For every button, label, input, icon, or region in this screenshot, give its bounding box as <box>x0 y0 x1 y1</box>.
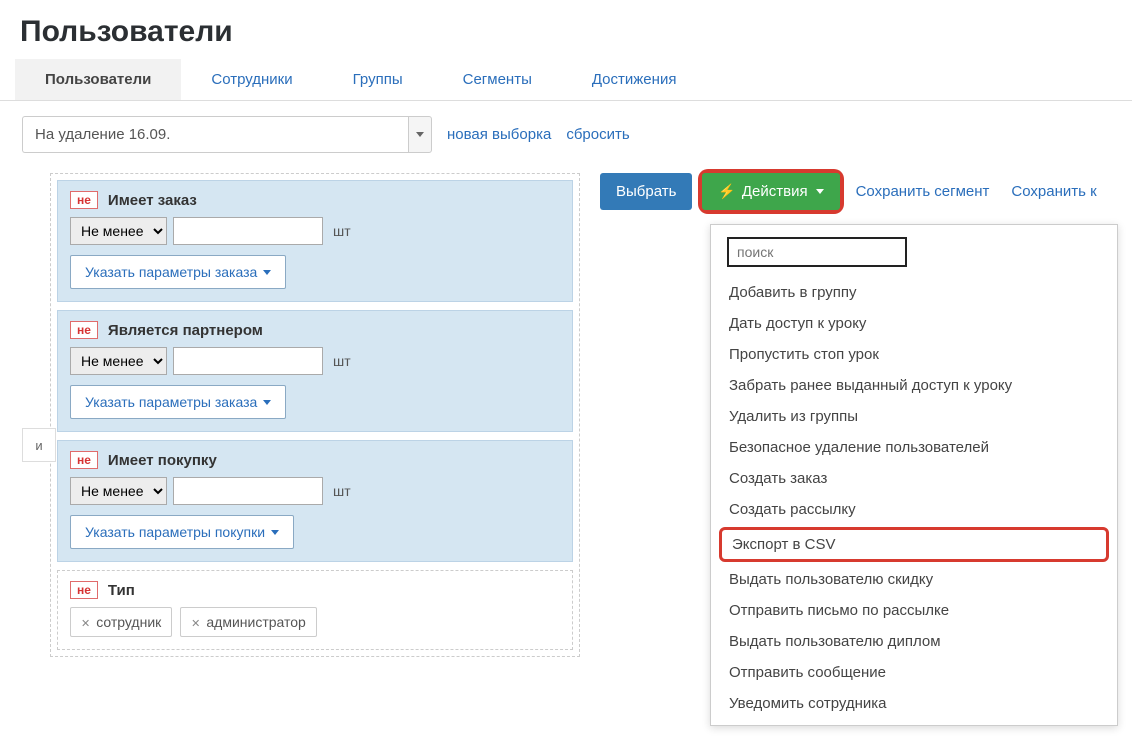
page-title: Пользователи <box>0 0 1132 59</box>
dropdown-item[interactable]: Пропустить стоп урок <box>711 339 1117 370</box>
highlight-actions: ⚡ Действия <box>702 173 839 210</box>
comparator-select[interactable]: Не менее <box>70 217 167 245</box>
dropdown-item[interactable]: Отправить письмо по рассылке <box>711 595 1117 626</box>
tab-segments[interactable]: Сегменты <box>433 59 562 100</box>
quantity-input[interactable] <box>173 217 323 245</box>
select-button[interactable]: Выбрать <box>600 173 692 210</box>
dropdown-search-input[interactable] <box>727 237 907 267</box>
type-tag-employee[interactable]: сотрудник <box>70 607 172 637</box>
filter-card-has-purchase: не Имеет покупку Не менее шт Указать пар… <box>57 440 573 562</box>
close-icon[interactable] <box>191 615 200 630</box>
unit-label: шт <box>333 483 351 499</box>
chevron-down-icon <box>263 270 271 275</box>
dropdown-item[interactable]: Экспорт в CSV <box>719 527 1109 562</box>
chevron-down-icon <box>816 189 824 194</box>
negation-badge[interactable]: не <box>70 321 98 339</box>
type-tag-admin[interactable]: администратор <box>180 607 317 637</box>
filter-title: Имеет покупку <box>108 452 217 469</box>
order-params-button[interactable]: Указать параметры заказа <box>70 385 286 419</box>
dropdown-item[interactable]: Добавить в группу <box>711 277 1117 308</box>
actions-column: Выбрать ⚡ Действия Сохранить сегмент Сох… <box>600 173 1110 726</box>
tab-groups[interactable]: Группы <box>323 59 433 100</box>
order-params-button[interactable]: Указать параметры заказа <box>70 255 286 289</box>
save-as-link[interactable]: Сохранить к <box>1005 175 1102 208</box>
chevron-down-icon <box>263 400 271 405</box>
actions-dropdown-button[interactable]: ⚡ Действия <box>702 173 839 210</box>
tabs-bar: Пользователи Сотрудники Группы Сегменты … <box>0 59 1132 101</box>
dropdown-item[interactable]: Безопасное удаление пользователей <box>711 432 1117 463</box>
save-segment-link[interactable]: Сохранить сегмент <box>850 175 996 208</box>
purchase-params-button[interactable]: Указать параметры покупки <box>70 515 294 549</box>
reset-link[interactable]: сбросить <box>566 126 629 143</box>
comparator-select[interactable]: Не менее <box>70 477 167 505</box>
comparator-select[interactable]: Не менее <box>70 347 167 375</box>
main-area: и не Имеет заказ Не менее шт Указать пар… <box>0 163 1132 736</box>
dropdown-item[interactable]: Выдать пользователю диплом <box>711 626 1117 657</box>
filter-card-is-partner: не Является партнером Не менее шт Указат… <box>57 310 573 432</box>
new-selection-link[interactable]: новая выборка <box>447 126 551 143</box>
filter-card-has-order: не Имеет заказ Не менее шт Указать парам… <box>57 180 573 302</box>
dropdown-item[interactable]: Создать заказ <box>711 463 1117 494</box>
close-icon[interactable] <box>81 615 90 630</box>
unit-label: шт <box>333 223 351 239</box>
quantity-input[interactable] <box>173 477 323 505</box>
negation-badge[interactable]: не <box>70 191 98 209</box>
filter-title: Тип <box>108 582 135 599</box>
dropdown-item[interactable]: Уведомить сотрудника <box>711 688 1117 719</box>
filter-group: не Имеет заказ Не менее шт Указать парам… <box>50 173 580 657</box>
filters-column: не Имеет заказ Не менее шт Указать парам… <box>50 173 580 661</box>
tab-employees[interactable]: Сотрудники <box>181 59 322 100</box>
dropdown-item[interactable]: Выдать пользователю скидку <box>711 564 1117 595</box>
filter-title: Имеет заказ <box>108 192 197 209</box>
negation-badge[interactable]: не <box>70 451 98 469</box>
filter-preset-select[interactable]: На удаление 16.09. <box>22 116 432 153</box>
actions-toolbar: Выбрать ⚡ Действия Сохранить сегмент Сох… <box>600 173 1110 210</box>
tab-users[interactable]: Пользователи <box>15 59 181 100</box>
filter-preset-value: На удаление 16.09. <box>22 116 408 153</box>
and-connector: и <box>22 428 56 462</box>
chevron-down-icon <box>271 530 279 535</box>
bolt-icon: ⚡ <box>718 183 735 200</box>
quantity-input[interactable] <box>173 347 323 375</box>
dropdown-item[interactable]: Удалить из группы <box>711 401 1117 432</box>
controls-row: На удаление 16.09. новая выборка сбросит… <box>0 101 1132 163</box>
actions-dropdown-menu: Добавить в группуДать доступ к урокуПроп… <box>710 224 1118 726</box>
dropdown-item[interactable]: Дать доступ к уроку <box>711 308 1117 339</box>
dropdown-item[interactable]: Создать рассылку <box>711 494 1117 525</box>
dropdown-item[interactable]: Отправить сообщение <box>711 657 1117 688</box>
chevron-down-icon <box>408 116 432 153</box>
tab-achievements[interactable]: Достижения <box>562 59 707 100</box>
dropdown-item[interactable]: Забрать ранее выданный доступ к уроку <box>711 370 1117 401</box>
unit-label: шт <box>333 353 351 369</box>
filter-title: Является партнером <box>108 322 263 339</box>
filter-card-type: не Тип сотрудник администратор <box>57 570 573 650</box>
negation-badge[interactable]: не <box>70 581 98 599</box>
